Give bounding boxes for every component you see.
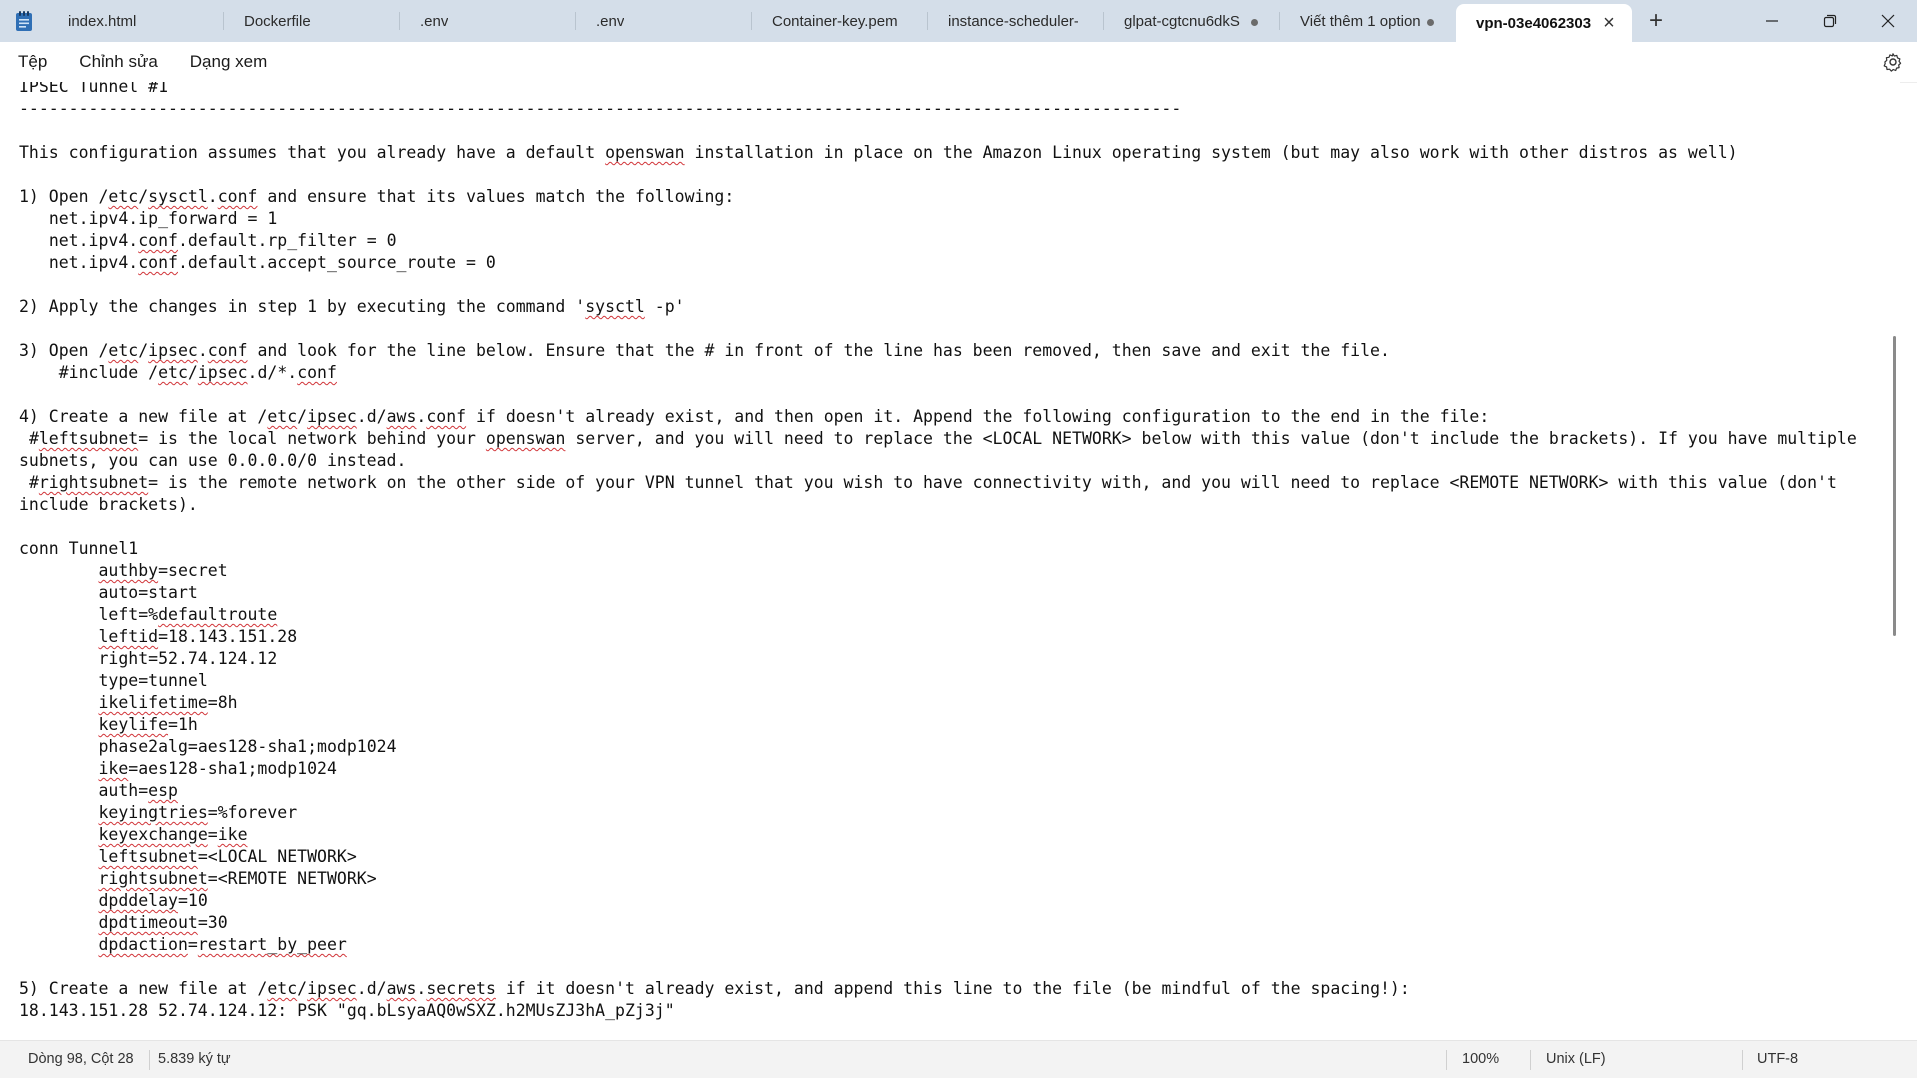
settings-button[interactable]: [1881, 50, 1905, 74]
spelling-error[interactable]: ike: [218, 825, 248, 844]
status-divider: [1446, 1050, 1447, 1070]
spelling-error[interactable]: etc: [158, 363, 188, 382]
spelling-error[interactable]: aws: [387, 979, 417, 998]
spelling-error[interactable]: leftsubnet: [98, 847, 197, 866]
spelling-error[interactable]: dpdaction: [98, 935, 187, 954]
spelling-error[interactable]: etc: [108, 341, 138, 360]
tab-6[interactable]: glpat-cgtcnu6dkS: [1104, 0, 1280, 42]
character-count: 5.839 ký tự: [158, 1051, 231, 1067]
spelling-error[interactable]: ipsec: [198, 363, 248, 382]
plus-icon: +: [1648, 7, 1663, 34]
spelling-error[interactable]: sysctl: [585, 297, 645, 316]
spelling-error[interactable]: leftsubnet: [39, 429, 138, 448]
spelling-error[interactable]: authby: [98, 561, 158, 580]
spelling-error[interactable]: ipsec: [307, 407, 357, 426]
tab-label: Viết thêm 1 option: [1300, 12, 1421, 30]
window-controls: [1743, 0, 1917, 42]
spelling-error[interactable]: defaultroute: [158, 605, 277, 624]
maximize-button[interactable]: [1801, 0, 1859, 42]
spelling-error[interactable]: dpdtimeout: [98, 913, 197, 932]
spelling-error[interactable]: keyexchange: [98, 825, 207, 844]
spelling-error[interactable]: etc: [267, 407, 297, 426]
spelling-error[interactable]: leftid: [98, 627, 158, 646]
spelling-error[interactable]: restart_by_peer: [198, 935, 347, 954]
notepad-icon: [0, 0, 48, 42]
tab-2[interactable]: .env: [400, 0, 576, 42]
tab-1[interactable]: Dockerfile: [224, 0, 400, 42]
spelling-error[interactable]: conf: [426, 407, 466, 426]
spelling-error[interactable]: ikelifetime: [98, 693, 207, 712]
tab-label: Container-key.pem: [772, 12, 898, 30]
zoom-level[interactable]: 100%: [1462, 1051, 1499, 1067]
tab-7[interactable]: Viết thêm 1 option: [1280, 0, 1456, 42]
tab-label: glpat-cgtcnu6dkS: [1124, 12, 1240, 30]
tab-5[interactable]: instance-scheduler-on-a: [928, 0, 1104, 42]
document-text[interactable]: IPSEC Tunnel #1 ------------------------…: [19, 82, 1890, 1022]
status-divider: [149, 1050, 150, 1070]
cursor-position[interactable]: Dòng 98, Cột 28: [28, 1051, 134, 1067]
close-icon: [1881, 14, 1895, 28]
menu-file[interactable]: Tệp: [2, 46, 63, 78]
spelling-error[interactable]: keylife: [98, 715, 168, 734]
spelling-error[interactable]: etc: [267, 979, 297, 998]
tab-0[interactable]: index.html: [48, 0, 224, 42]
spelling-error[interactable]: ipsec: [307, 979, 357, 998]
encoding[interactable]: UTF-8: [1757, 1051, 1798, 1067]
tab-label: index.html: [68, 12, 137, 30]
restore-icon: [1823, 14, 1837, 28]
spelling-error[interactable]: dpddelay: [98, 891, 177, 910]
new-tab-button[interactable]: +: [1632, 0, 1680, 42]
tab-8[interactable]: vpn-03e4062303 ×: [1456, 4, 1632, 42]
spelling-error[interactable]: sysctl: [148, 187, 208, 206]
status-divider: [1742, 1050, 1743, 1070]
tab-label: instance-scheduler-on-a: [948, 12, 1078, 30]
spelling-error[interactable]: etc: [108, 187, 138, 206]
gear-icon: [1883, 53, 1902, 72]
close-tab-icon[interactable]: ×: [1600, 13, 1618, 33]
line-ending[interactable]: Unix (LF): [1546, 1051, 1606, 1067]
spelling-error[interactable]: conf: [138, 253, 178, 272]
unsaved-dot-icon[interactable]: [1427, 19, 1434, 26]
spelling-error[interactable]: openswan: [605, 143, 684, 162]
spelling-error[interactable]: rightsubnet: [39, 473, 148, 492]
tab-label: .env: [596, 12, 625, 30]
tab-label: .env: [420, 12, 449, 30]
spelling-error[interactable]: esp: [148, 781, 178, 800]
menu-edit[interactable]: Chỉnh sửa: [63, 46, 173, 78]
minimize-icon: [1766, 20, 1778, 22]
status-divider: [1530, 1050, 1531, 1070]
menu-view[interactable]: Dạng xem: [174, 46, 283, 78]
spelling-error[interactable]: conf: [138, 231, 178, 250]
spelling-error[interactable]: ipsec: [148, 341, 198, 360]
spelling-error[interactable]: openswan: [486, 429, 565, 448]
spelling-error[interactable]: ike: [98, 759, 128, 778]
spelling-error[interactable]: conf: [297, 363, 337, 382]
unsaved-dot-icon[interactable]: [1251, 19, 1258, 26]
tab-label: vpn-03e4062303: [1476, 14, 1592, 32]
tab-4[interactable]: Container-key.pem: [752, 0, 928, 42]
text-editor[interactable]: IPSEC Tunnel #1 ------------------------…: [0, 82, 1900, 1040]
tab-3[interactable]: .env: [576, 0, 752, 42]
spelling-error[interactable]: aws: [387, 407, 417, 426]
spelling-error[interactable]: conf: [208, 341, 248, 360]
close-button[interactable]: [1859, 0, 1917, 42]
spelling-error[interactable]: conf: [218, 187, 258, 206]
spelling-error[interactable]: keyingtries: [98, 803, 207, 822]
status-bar: Dòng 98, Cột 28 5.839 ký tự 100% Unix (L…: [0, 1040, 1917, 1078]
spelling-error[interactable]: secrets: [426, 979, 496, 998]
tab-label: Dockerfile: [244, 12, 311, 30]
tab-bar: index.html Dockerfile .env .env Container-ke…: [0, 0, 1917, 42]
minimize-button[interactable]: [1743, 0, 1801, 42]
vertical-scrollbar[interactable]: [1893, 336, 1896, 636]
menu-bar: Tệp Chỉnh sửa Dạng xem: [0, 42, 1917, 83]
spelling-error[interactable]: rightsubnet: [98, 869, 207, 888]
